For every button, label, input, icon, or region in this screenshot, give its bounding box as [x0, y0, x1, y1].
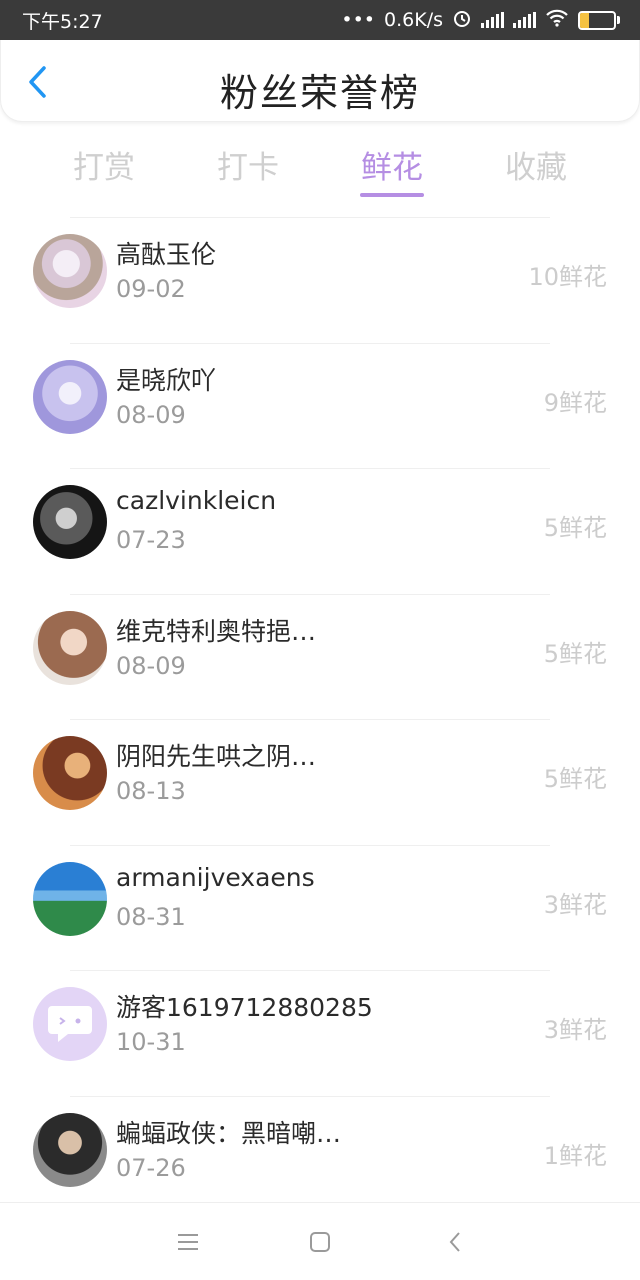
system-nav-bar — [0, 1202, 640, 1280]
signal-icon-2 — [513, 12, 536, 28]
fan-name: 蝙蝠政侠：黑暗嘲… — [116, 1118, 342, 1148]
more-dots-icon: ••• — [341, 9, 376, 31]
fan-list: 高酞玉伦 09-02 10鲜花 是晓欣吖 08-09 9鲜花 cazlvinkl… — [0, 217, 640, 1221]
page-title: 粉丝荣誉榜 — [219, 71, 420, 115]
flower-count: 1鲜花 — [543, 1141, 607, 1170]
list-item[interactable]: 游客1619712880285 10-31 3鲜花 — [0, 970, 640, 1096]
list-item[interactable]: cazlvinkleicn 07-23 5鲜花 — [0, 468, 640, 594]
fan-name: 游客1619712880285 — [116, 993, 373, 1022]
app-header: 粉丝荣誉榜 — [0, 40, 640, 122]
fan-date: 08-09 — [116, 651, 186, 680]
flower-count: 3鲜花 — [543, 890, 607, 919]
avatar[interactable] — [33, 736, 107, 810]
fan-name: cazlvinkleicn — [116, 486, 277, 515]
list-item[interactable]: armanijvexaens 08-31 3鲜花 — [0, 844, 640, 971]
list-item[interactable]: 是晓欣吖 08-09 9鲜花 — [0, 342, 640, 469]
flower-count: 10鲜花 — [528, 263, 607, 291]
nav-back-icon — [449, 1232, 460, 1252]
list-item[interactable]: 维克特利奥特挹… 08-09 5鲜花 — [0, 593, 640, 720]
tab-reward[interactable]: 打赏 — [54, 142, 154, 187]
signal-icon — [481, 12, 504, 28]
flower-count: 5鲜花 — [543, 514, 607, 542]
home-icon — [310, 1232, 330, 1252]
tab-favorites[interactable]: 收藏 — [486, 142, 586, 187]
battery-tip — [617, 16, 620, 24]
battery-icon: 27 — [578, 10, 616, 30]
list-item[interactable]: 阴阳先生哄之阴… 08-13 5鲜花 — [0, 719, 640, 845]
fan-date: 09-02 — [116, 275, 186, 303]
divider — [70, 342, 550, 344]
avatar[interactable] — [33, 610, 107, 685]
fan-date: 08-09 — [116, 400, 186, 429]
divider — [70, 719, 550, 720]
fan-date: 08-13 — [116, 777, 186, 805]
fan-name: 维克特利奥特挹… — [116, 616, 317, 646]
avatar[interactable] — [33, 861, 107, 936]
avatar[interactable] — [33, 485, 107, 559]
menu-icon — [178, 1234, 198, 1250]
wifi-icon — [545, 9, 569, 32]
avatar[interactable] — [33, 987, 107, 1061]
flower-count: 9鲜花 — [543, 388, 607, 417]
list-item[interactable]: 高酞玉伦 09-02 10鲜花 — [0, 217, 640, 343]
tab-flowers[interactable]: 鲜花 — [342, 142, 442, 187]
home-button[interactable] — [305, 1227, 335, 1257]
fan-date: 07-23 — [116, 526, 186, 554]
divider — [70, 1095, 550, 1097]
nav-back-button[interactable] — [440, 1227, 470, 1257]
fan-name: 阴阳先生哄之阴… — [116, 742, 317, 771]
fan-date: 08-31 — [116, 902, 186, 931]
fan-name: 高酞玉伦 — [116, 240, 217, 269]
menu-button[interactable] — [173, 1227, 203, 1257]
fan-date: 07-26 — [116, 1153, 186, 1182]
active-tab-indicator — [360, 193, 424, 197]
network-speed: 0.6K/s — [384, 9, 443, 31]
avatar[interactable] — [33, 234, 107, 308]
tab-bar: 打赏 打卡 鲜花 收藏 — [0, 132, 640, 202]
divider — [70, 593, 550, 595]
flower-count: 5鲜花 — [543, 765, 607, 793]
divider — [70, 468, 550, 469]
status-icons: ••• 0.6K/s 27 — [341, 8, 620, 33]
flower-count: 5鲜花 — [543, 639, 607, 668]
fan-name: 是晓欣吖 — [116, 365, 217, 395]
chat-bubble-icon — [48, 1006, 92, 1042]
flower-count: 3鲜花 — [543, 1016, 607, 1044]
alarm-icon — [452, 8, 472, 33]
divider — [70, 970, 550, 971]
tab-checkin[interactable]: 打卡 — [198, 142, 298, 187]
status-time: 下午5:27 — [22, 10, 103, 33]
divider — [70, 844, 550, 846]
avatar[interactable] — [33, 1112, 107, 1187]
fan-name: armanijvexaens — [116, 862, 315, 892]
avatar[interactable] — [33, 359, 107, 434]
fan-date: 10-31 — [116, 1028, 186, 1056]
status-bar: 下午5:27 ••• 0.6K/s 27 — [0, 0, 640, 40]
divider — [70, 217, 550, 218]
